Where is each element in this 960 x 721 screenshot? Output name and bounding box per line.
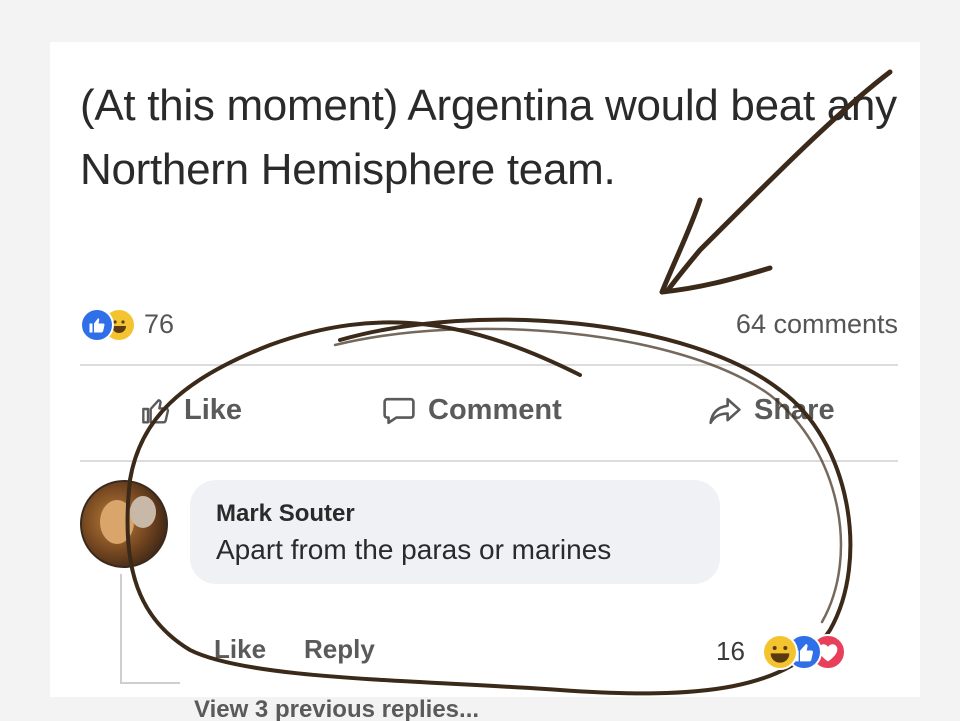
comment-reply-link[interactable]: Reply <box>304 634 375 665</box>
avatar-face <box>100 500 134 544</box>
comment-bubble-icon <box>382 395 416 427</box>
share-button-label: Share <box>754 394 835 426</box>
comment-like-link[interactable]: Like <box>214 634 266 665</box>
post-text: (At this moment) Argentina would beat an… <box>80 81 897 194</box>
thread-branch <box>120 682 180 684</box>
comment-reaction-icons[interactable] <box>762 634 872 670</box>
share-button[interactable]: Share <box>708 394 835 427</box>
comment-bubble: Mark Souter Apart from the paras or mari… <box>190 480 720 584</box>
comment-section: Mark Souter Apart from the paras or mari… <box>80 474 898 721</box>
comment-actions: Like Reply <box>214 634 375 665</box>
post-reactions-row: 76 64 comments <box>80 304 898 348</box>
comment-author[interactable]: Mark Souter <box>216 500 355 528</box>
avatar-face <box>130 496 156 528</box>
like-icon <box>80 308 114 342</box>
divider <box>80 460 898 462</box>
post-reaction-count[interactable]: 76 <box>144 309 174 340</box>
post-comments-count[interactable]: 64 comments <box>736 309 898 340</box>
comment-text: Apart from the paras or marines <box>216 534 612 565</box>
comment-button[interactable]: Comment <box>382 394 562 427</box>
like-button-label: Like <box>184 394 243 426</box>
view-previous-replies-link[interactable]: View 3 previous replies... <box>194 696 479 721</box>
thread-line <box>120 574 122 684</box>
comment-reaction-count[interactable]: 16 <box>716 636 745 667</box>
haha-icon <box>762 634 798 670</box>
avatar[interactable] <box>80 480 168 568</box>
comment-button-label: Comment <box>428 394 562 426</box>
thumbs-up-icon <box>140 395 172 427</box>
post-actions-row: Like Comment Share <box>80 376 898 452</box>
post-card: (At this moment) Argentina would beat an… <box>50 42 920 721</box>
divider <box>80 364 898 366</box>
screenshot-page: (At this moment) Argentina would beat an… <box>0 0 960 721</box>
like-button[interactable]: Like <box>140 394 242 427</box>
share-arrow-icon <box>708 396 742 426</box>
